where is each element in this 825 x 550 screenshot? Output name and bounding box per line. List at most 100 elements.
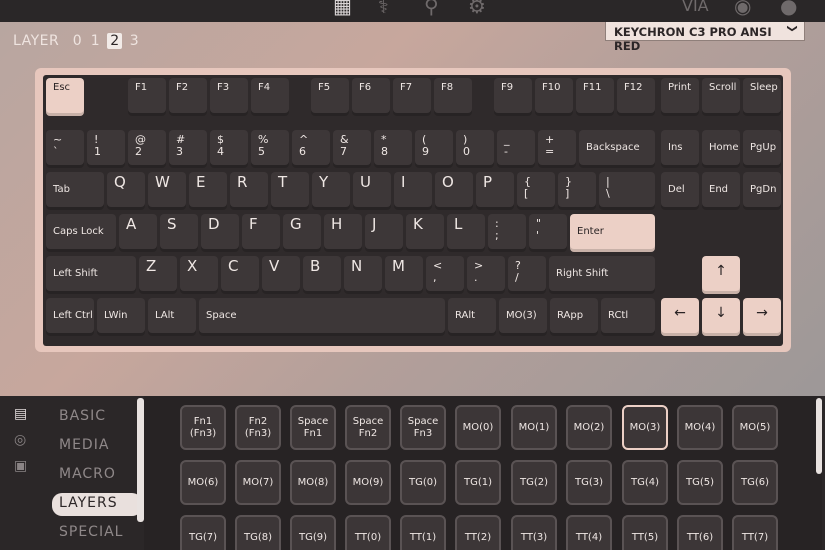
key-lwin[interactable]: LWin: [97, 298, 145, 336]
key-f11[interactable]: F11: [576, 78, 614, 116]
palette-key[interactable]: TG(0): [400, 460, 446, 505]
palette-key[interactable]: Space Fn2: [345, 405, 391, 450]
key-8[interactable]: * 8: [374, 130, 412, 168]
palette-key[interactable]: Fn1 (Fn3): [180, 405, 226, 450]
key-rbracket[interactable]: }]: [558, 172, 596, 210]
palette-key[interactable]: TT(2): [455, 515, 501, 550]
palette-key[interactable]: MO(8): [290, 460, 336, 505]
key-lalt[interactable]: LAlt: [148, 298, 196, 336]
key-x[interactable]: X: [180, 256, 218, 294]
key-arrow-left[interactable]: ←: [661, 298, 699, 336]
key-pgup[interactable]: PgUp: [743, 130, 781, 168]
palette-key[interactable]: TT(5): [622, 515, 668, 550]
category-special[interactable]: SPECIAL: [52, 522, 142, 550]
key-tab[interactable]: Tab: [46, 172, 104, 210]
key-b[interactable]: B: [303, 256, 341, 294]
palette-key[interactable]: Space Fn3: [400, 405, 446, 450]
key-scroll[interactable]: Scroll: [702, 78, 740, 116]
key-f6[interactable]: F6: [352, 78, 390, 116]
palette-key[interactable]: MO(2): [566, 405, 612, 450]
key-semicolon[interactable]: :;: [488, 214, 526, 252]
category-layers[interactable]: LAYERS: [52, 493, 142, 516]
key-f8[interactable]: F8: [434, 78, 472, 116]
palette-key[interactable]: TG(8): [235, 515, 281, 550]
key-f[interactable]: F: [242, 214, 280, 252]
save-icon[interactable]: ▣: [14, 458, 27, 484]
key-k[interactable]: K: [406, 214, 444, 252]
key-arrow-down[interactable]: ↓: [702, 298, 740, 336]
key-comma[interactable]: <,: [426, 256, 464, 294]
palette-key[interactable]: MO(0): [455, 405, 501, 450]
key-backspace[interactable]: Backspace: [579, 130, 655, 168]
palette-key[interactable]: TG(4): [622, 460, 668, 505]
key-e[interactable]: E: [189, 172, 227, 210]
key-f2[interactable]: F2: [169, 78, 207, 116]
key-lbracket[interactable]: {[: [517, 172, 555, 210]
key-p[interactable]: P: [476, 172, 514, 210]
key-2[interactable]: @2: [128, 130, 166, 168]
keyboard-select[interactable]: KEYCHRON C3 PRO ANSI RED ❯: [605, 22, 805, 53]
key-d[interactable]: D: [201, 214, 239, 252]
palette-key[interactable]: TT(7): [732, 515, 778, 550]
palette-key[interactable]: TT(4): [566, 515, 612, 550]
key-5[interactable]: % 5: [251, 130, 289, 168]
key-esc[interactable]: Esc: [46, 78, 84, 116]
settings-lever-icon[interactable]: ⚲: [424, 0, 439, 18]
palette-key[interactable]: MO(4): [677, 405, 723, 450]
palette-key[interactable]: TT(6): [677, 515, 723, 550]
palette-key[interactable]: MO(1): [511, 405, 557, 450]
palette-key[interactable]: TT(1): [400, 515, 446, 550]
key-space[interactable]: Space: [199, 298, 445, 336]
key-3[interactable]: #3: [169, 130, 207, 168]
key-y[interactable]: Y: [312, 172, 350, 210]
palette-key[interactable]: TG(1): [455, 460, 501, 505]
key-equal[interactable]: + =: [538, 130, 576, 168]
key-f12[interactable]: F12: [617, 78, 655, 116]
key-i[interactable]: I: [394, 172, 432, 210]
key-7[interactable]: & 7: [333, 130, 371, 168]
key-arrow-right[interactable]: →: [743, 298, 781, 336]
category-scrollbar[interactable]: [137, 398, 144, 522]
key-9[interactable]: (9: [415, 130, 453, 168]
key-o[interactable]: O: [435, 172, 473, 210]
key-left-shift[interactable]: Left Shift: [46, 256, 136, 294]
layer-option-0[interactable]: 0: [71, 33, 83, 49]
key-pgdn[interactable]: PgDn: [743, 172, 781, 210]
key-l[interactable]: L: [447, 214, 485, 252]
palette-key[interactable]: MO(5): [732, 405, 778, 450]
key-h[interactable]: H: [324, 214, 362, 252]
key-mo3[interactable]: MO(3): [499, 298, 547, 336]
key-a[interactable]: A: [119, 214, 157, 252]
key-home[interactable]: Home: [702, 130, 740, 168]
target-icon[interactable]: ◎: [14, 432, 27, 458]
key-sleep[interactable]: Sleep: [743, 78, 781, 116]
keyboard-icon[interactable]: ▤: [14, 406, 27, 432]
key-q[interactable]: Q: [107, 172, 145, 210]
palette-key[interactable]: MO(6): [180, 460, 226, 505]
palette-key[interactable]: TG(6): [732, 460, 778, 505]
layer-option-3[interactable]: 3: [128, 33, 140, 49]
key-6[interactable]: ^ 6: [292, 130, 330, 168]
key-s[interactable]: S: [160, 214, 198, 252]
key-f4[interactable]: F4: [251, 78, 289, 116]
via-logo[interactable]: VIA: [682, 0, 709, 15]
key-ralt[interactable]: RAlt: [448, 298, 496, 336]
palette-scrollbar[interactable]: [816, 398, 822, 474]
key-c[interactable]: C: [221, 256, 259, 294]
palette-key[interactable]: TG(3): [566, 460, 612, 505]
key-w[interactable]: W: [148, 172, 186, 210]
palette-key[interactable]: TG(2): [511, 460, 557, 505]
palette-key[interactable]: Fn2 (Fn3): [235, 405, 281, 450]
key-f3[interactable]: F3: [210, 78, 248, 116]
key-1[interactable]: ! 1: [87, 130, 125, 168]
palette-key-selected[interactable]: MO(3): [622, 405, 668, 450]
key-slash[interactable]: ? /: [508, 256, 546, 294]
key-0[interactable]: ) 0: [456, 130, 494, 168]
key-minus[interactable]: _ -: [497, 130, 535, 168]
palette-key[interactable]: TG(5): [677, 460, 723, 505]
key-left-ctrl[interactable]: Left Ctrl: [46, 298, 94, 336]
discord-icon[interactable]: ◉: [734, 0, 751, 18]
key-period[interactable]: >.: [467, 256, 505, 294]
category-basic[interactable]: BASIC: [52, 406, 142, 435]
key-enter[interactable]: Enter: [570, 214, 655, 252]
